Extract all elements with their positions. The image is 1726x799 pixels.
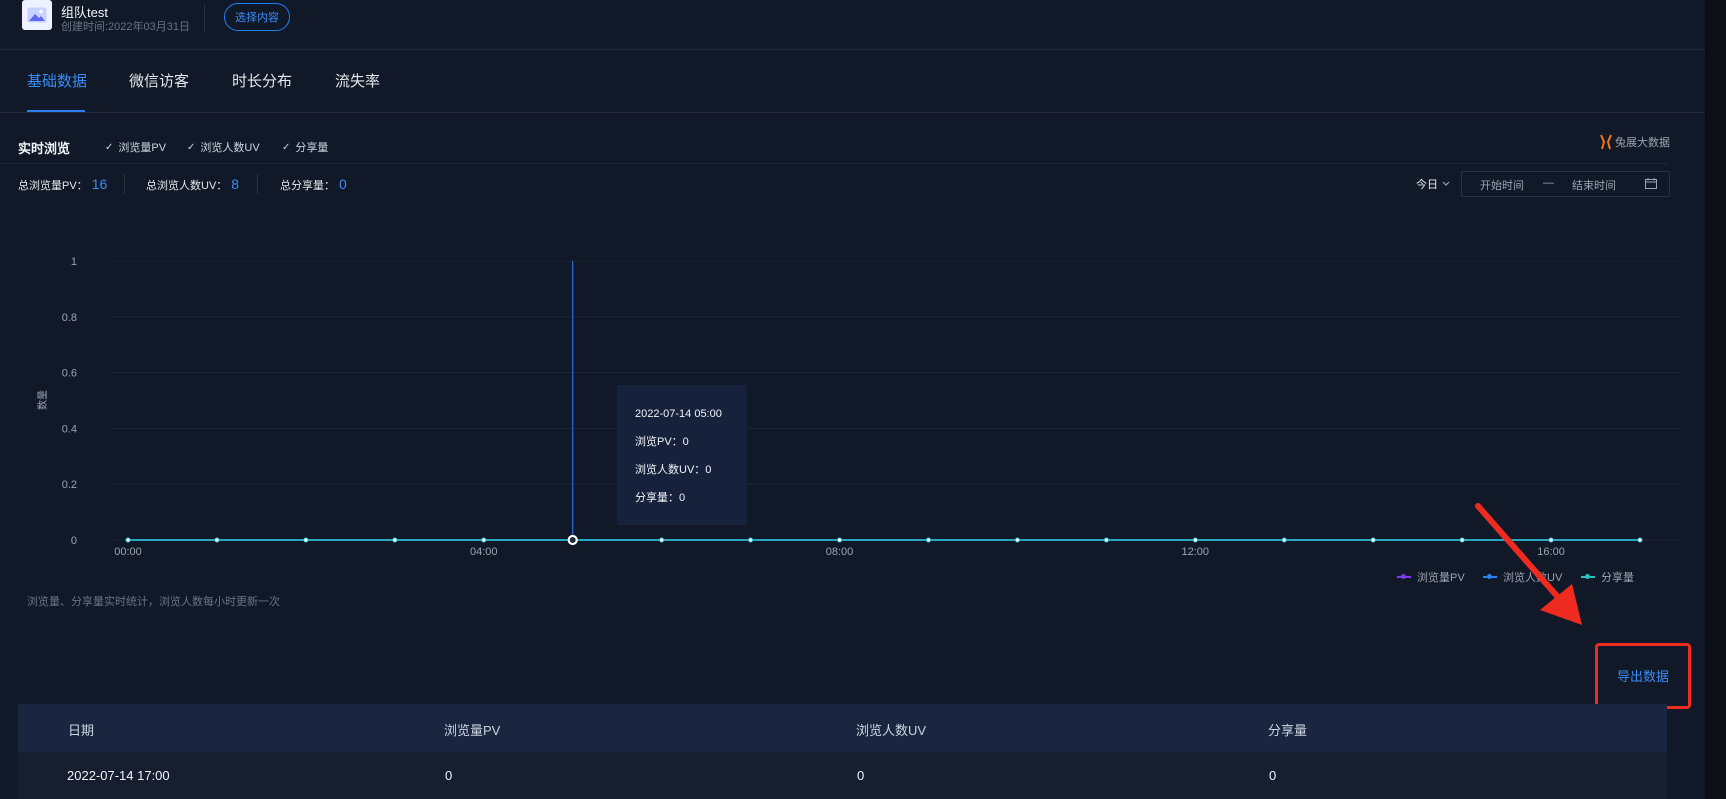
data-point (1637, 537, 1643, 543)
rabbit-logo-icon (1600, 134, 1612, 150)
data-point (214, 537, 220, 543)
data-table: 日期 浏览量PV 浏览人数UV 分享量 2022-07-14 17:00 0 0… (18, 704, 1667, 799)
date-range-picker[interactable]: 开始时间 — 结束时间 (1461, 171, 1670, 197)
x-tick-label: 00:00 (114, 546, 142, 558)
window-scrollbar[interactable] (1705, 0, 1726, 799)
check-icon: ✓ (105, 141, 114, 153)
data-point (1281, 537, 1287, 543)
stat-total-share: 总分享量： 0 (280, 176, 347, 193)
chevron-down-icon (1442, 181, 1450, 186)
brand-logo: 兔展大数据 (1599, 134, 1670, 150)
y-tick-label: 0.2 (62, 479, 77, 491)
y-tick-label: 0.4 (62, 423, 77, 435)
column-header-share: 分享量 (1268, 723, 1308, 738)
data-point (567, 535, 578, 545)
tab-wechat-visitors[interactable]: 微信访客 (129, 70, 189, 91)
stat-total-pv-label: 总浏览量PV： (18, 180, 88, 192)
column-header-uv: 浏览人数UV (856, 723, 927, 738)
cell-pv: 0 (445, 768, 453, 783)
checkbox-pv[interactable]: ✓ 浏览量PV (105, 139, 166, 155)
checkbox-pv-label: 浏览量PV (118, 142, 167, 154)
active-tab-indicator (27, 110, 85, 112)
y-axis-label: 数量 (36, 390, 49, 410)
select-content-button[interactable]: 选择内容 (224, 3, 290, 31)
legend-item-pv[interactable]: 浏览量PV (1397, 569, 1465, 585)
data-point (392, 537, 398, 543)
checkbox-share[interactable]: ✓ 分享量 (282, 139, 328, 155)
stat-total-pv-value: 16 (91, 176, 108, 192)
chart-footnote: 浏览量、分享量实时统计，浏览人数每小时更新一次 (27, 596, 280, 608)
stat-total-uv-value: 8 (231, 176, 240, 192)
y-tick-label: 0.6 (62, 368, 77, 380)
stat-divider (257, 174, 258, 194)
legend-label-pv: 浏览量PV (1417, 572, 1465, 584)
period-dropdown[interactable]: 今日 (1416, 176, 1450, 192)
brand-logo-text: 兔展大数据 (1615, 137, 1670, 149)
data-point (1192, 537, 1198, 543)
tab-duration-distribution[interactable]: 时长分布 (232, 70, 292, 91)
image-icon (27, 7, 47, 23)
stat-divider (124, 174, 125, 194)
y-tick-label: 1 (71, 256, 77, 268)
tab-basic-data[interactable]: 基础数据 (27, 70, 87, 91)
x-tick-label: 08:00 (826, 546, 854, 558)
period-dropdown-value: 今日 (1416, 179, 1438, 191)
header-divider (204, 4, 205, 32)
checkbox-share-label: 分享量 (295, 142, 329, 154)
tooltip-title: 2022-07-14 05:00 (635, 408, 722, 420)
data-point (125, 537, 131, 543)
checkbox-uv-label: 浏览人数UV (200, 142, 260, 154)
checkbox-uv[interactable]: ✓ 浏览人数UV (187, 139, 260, 155)
end-date-input[interactable]: 结束时间 (1572, 177, 1616, 193)
tooltip-line: 浏览PV：0 (635, 434, 689, 448)
table-row: 2022-07-14 17:00 0 0 0 (18, 752, 1667, 799)
tab-bar: 基础数据 微信访客 时长分布 流失率 (0, 50, 1705, 113)
x-tick-label: 12:00 (1182, 546, 1210, 558)
export-data-button[interactable]: 导出数据 (1617, 666, 1669, 685)
project-thumbnail (22, 0, 52, 30)
tooltip-line: 浏览人数UV：0 (635, 462, 711, 476)
legend-label-share: 分享量 (1601, 572, 1634, 584)
column-header-pv: 浏览量PV (444, 723, 501, 738)
data-point (481, 537, 487, 543)
stat-total-uv: 总浏览人数UV： 8 (146, 176, 239, 193)
cell-date: 2022-07-14 17:00 (67, 768, 170, 783)
legend-swatch (1397, 574, 1411, 579)
x-tick-label: 04:00 (470, 546, 498, 558)
tab-churn-rate[interactable]: 流失率 (335, 70, 380, 91)
check-icon: ✓ (187, 141, 196, 153)
stat-total-pv: 总浏览量PV： 16 (18, 176, 107, 193)
project-created-date: 创建时间:2022年03月31日 (61, 21, 190, 33)
realtime-line-chart[interactable]: 10.80.60.40.20数量00:00 04:00 08:00 12:00 16:0… (0, 240, 1705, 560)
stat-total-share-value: 0 (339, 176, 347, 192)
chart-tooltip (617, 385, 747, 525)
date-range-separator: — (1543, 177, 1554, 189)
calendar-icon (1645, 178, 1657, 189)
start-date-input[interactable]: 开始时间 (1480, 177, 1524, 193)
data-point (1015, 537, 1020, 543)
stat-total-share-label: 总分享量： (280, 180, 335, 192)
table-header: 日期 浏览量PV 浏览人数UV 分享量 (18, 704, 1667, 752)
data-point (748, 537, 753, 543)
data-point (837, 537, 842, 543)
check-icon: ✓ (282, 141, 291, 153)
realtime-title: 实时浏览 (18, 141, 71, 156)
data-point (659, 537, 665, 543)
data-point (1459, 537, 1465, 543)
y-tick-label: 0 (71, 535, 77, 547)
cell-uv: 0 (857, 768, 865, 783)
annotation-arrow-icon (1475, 503, 1582, 625)
data-point (1103, 537, 1109, 543)
tooltip-line: 分享量：0 (635, 490, 685, 504)
data-point (926, 537, 931, 543)
cell-share: 0 (1269, 768, 1277, 783)
stat-total-uv-label: 总浏览人数UV： (146, 180, 228, 192)
y-tick-label: 0.8 (62, 312, 77, 324)
divider (0, 163, 1668, 164)
data-point (303, 537, 309, 543)
column-header-date: 日期 (68, 723, 95, 738)
data-point (1370, 537, 1376, 543)
